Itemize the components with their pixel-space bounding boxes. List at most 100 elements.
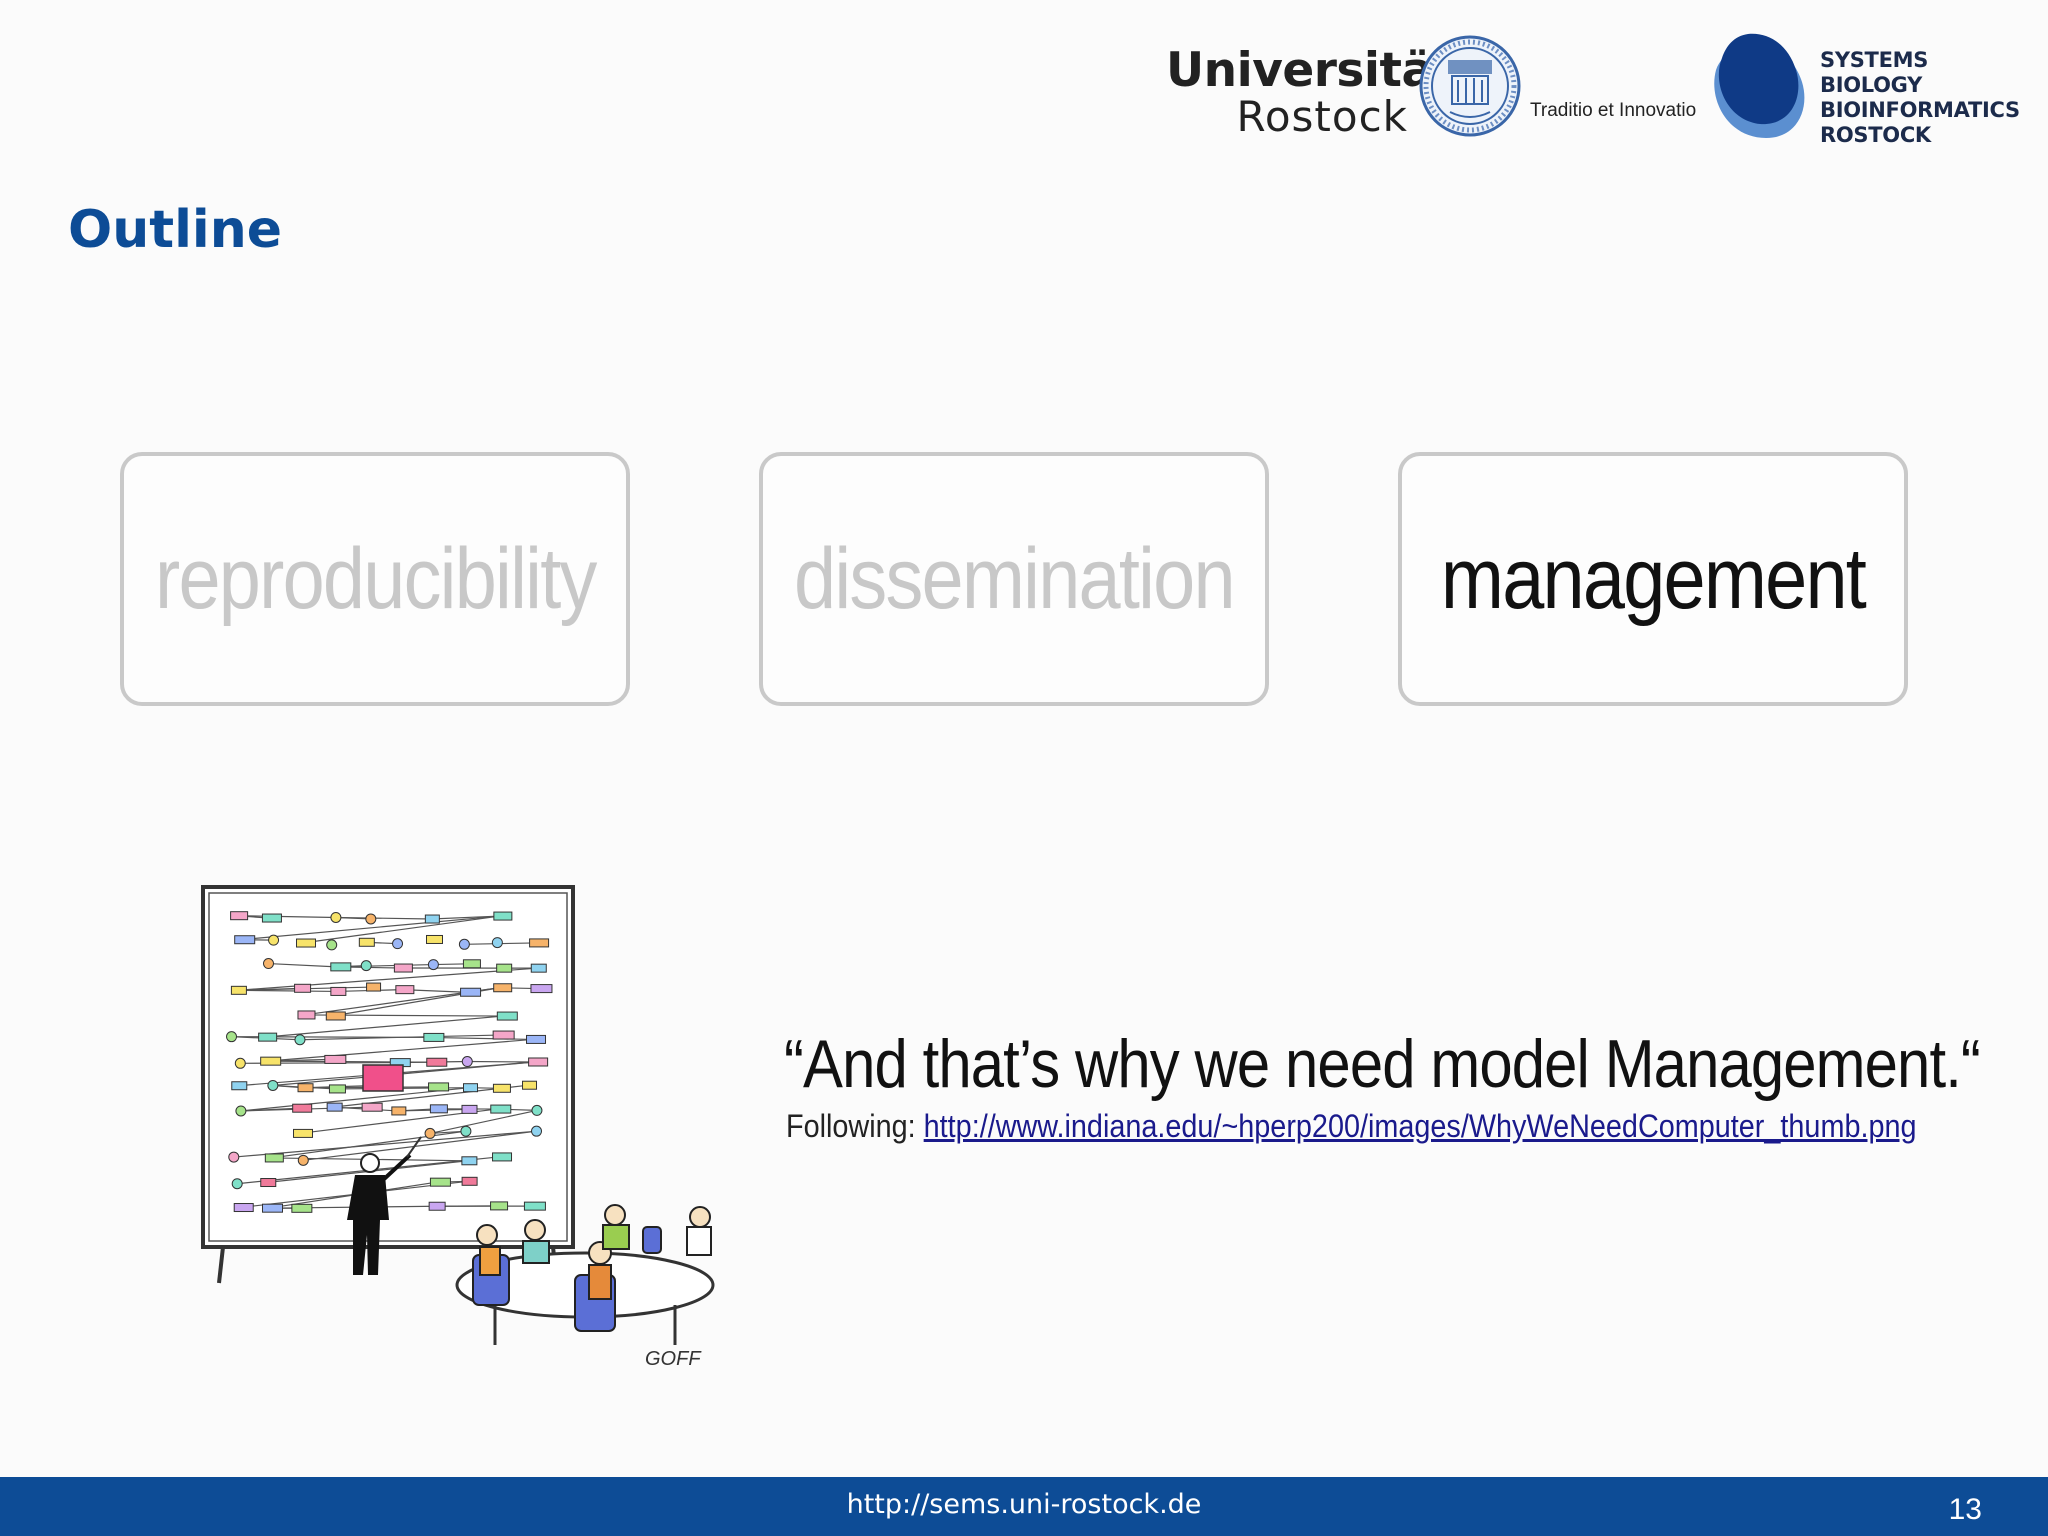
diagram-node <box>461 1156 478 1166</box>
diagram-node <box>530 963 547 973</box>
diagram-node <box>424 1127 436 1139</box>
source-link[interactable]: http://www.indiana.edu/~hperp200/images/… <box>924 1108 1917 1144</box>
diagram-node <box>530 984 553 994</box>
footer-bar: http://sems.uni-rostock.de 13 <box>0 1477 2048 1536</box>
topic-box-dissemination: dissemination <box>759 452 1269 706</box>
topic-label: management <box>1440 530 1867 627</box>
university-name-line1: Universität <box>1166 43 1455 98</box>
diagram-node <box>233 1203 254 1213</box>
diagram-node <box>358 937 375 947</box>
diagram-node <box>268 934 280 946</box>
diagram-node <box>492 1152 513 1162</box>
diagram-node <box>426 934 444 944</box>
diagram-node <box>226 1031 238 1043</box>
diagram-node <box>366 982 382 992</box>
diagram-node <box>234 935 256 945</box>
diagram-node <box>490 1104 512 1114</box>
diagram-node <box>360 960 372 972</box>
diagram-node <box>330 986 347 996</box>
diagram-node <box>460 1125 472 1137</box>
diagram-node <box>463 1083 479 1093</box>
diagram-node <box>231 1081 248 1091</box>
diagram-node <box>328 1084 346 1094</box>
diagram-node <box>462 959 481 969</box>
source-citation: Following: http://www.indiana.edu/~hperp… <box>786 1108 1917 1145</box>
diagram-node <box>496 1011 518 1021</box>
diagram-node <box>492 1030 515 1040</box>
diagram-node <box>529 938 550 948</box>
diagram-node <box>330 962 352 972</box>
diagram-node <box>522 1080 538 1090</box>
diagram-node <box>493 911 513 921</box>
university-motto: Traditio et Innovatio <box>1530 100 1697 121</box>
diagram-node <box>429 1104 448 1114</box>
diagram-node <box>491 937 503 949</box>
diagram-central-node <box>362 1064 404 1092</box>
diagram-node <box>526 1034 547 1044</box>
diagram-node <box>291 1203 313 1213</box>
diagram-node <box>393 963 413 973</box>
diagram-node <box>261 1203 283 1213</box>
diagram-node <box>296 938 317 948</box>
diagram-node <box>293 1128 314 1138</box>
sbi-line1: SYSTEMS BIOLOGY <box>1820 48 1929 97</box>
diagram-node <box>324 1054 347 1064</box>
diagram-node <box>461 1176 478 1186</box>
diagram-node <box>523 1201 546 1211</box>
diagram-node <box>460 987 482 997</box>
diagram-node <box>492 1083 511 1093</box>
diagram-node <box>267 1079 279 1091</box>
diagram-node <box>429 1177 451 1187</box>
diagram-node <box>234 1057 246 1069</box>
diagram-node <box>391 1106 407 1116</box>
diagram-node <box>493 983 513 993</box>
diagram-node <box>428 1201 446 1211</box>
diagram-node <box>458 938 470 950</box>
cartoon-signature: GOFF <box>645 1348 702 1370</box>
diagram-node <box>531 1104 543 1116</box>
diagram-node <box>260 1178 277 1188</box>
diagram-node <box>426 1057 448 1067</box>
diagram-node <box>325 1011 346 1021</box>
diagram-node <box>297 1154 309 1166</box>
diagram-node <box>258 1032 278 1042</box>
diagram-node <box>395 985 415 995</box>
diagram-node <box>230 911 249 921</box>
page-number: 13 <box>1948 1493 1982 1526</box>
topic-box-management: management <box>1398 452 1908 706</box>
diagram-node <box>260 1056 282 1066</box>
diagram-node <box>297 1010 316 1020</box>
university-name: Universität Rostock <box>1166 43 1455 140</box>
diagram-node <box>228 1151 240 1163</box>
diagram-node <box>292 1103 313 1113</box>
diagram-node <box>230 985 247 995</box>
diagram-node <box>424 914 440 924</box>
diagram-node <box>531 1125 543 1137</box>
sbi-line3: ROSTOCK <box>1820 123 1931 147</box>
diagram-node <box>496 963 513 973</box>
diagram-node <box>365 913 377 925</box>
diagram-node <box>461 1056 473 1068</box>
diagram-node <box>361 1102 383 1112</box>
footer-url: http://sems.uni-rostock.de <box>846 1489 1202 1520</box>
header-logos: Universität Rostock Traditio et Innovati… <box>1160 30 2020 150</box>
diagram-node <box>428 1082 450 1092</box>
topic-label: reproducibility <box>154 530 597 627</box>
diagram-node <box>427 959 439 971</box>
diagram-node <box>528 1057 549 1067</box>
slide-title: Outline <box>68 200 283 260</box>
diagram-node <box>294 983 312 993</box>
cartoon-illustration: GOFF <box>201 885 715 1370</box>
diagram-node <box>235 1105 247 1117</box>
diagram-node <box>263 958 275 970</box>
diagram-node <box>297 1083 314 1093</box>
diagram-node <box>330 911 342 923</box>
diagram-node <box>261 913 282 923</box>
diagram-node <box>326 939 338 951</box>
quote-text: “And that’s why we need model Management… <box>784 1026 1981 1102</box>
diagram-node <box>461 1104 478 1114</box>
source-prefix: Following: <box>786 1108 924 1144</box>
university-seal-icon <box>1419 35 1521 137</box>
diagram-node <box>294 1034 306 1046</box>
diagram-node <box>264 1153 284 1163</box>
